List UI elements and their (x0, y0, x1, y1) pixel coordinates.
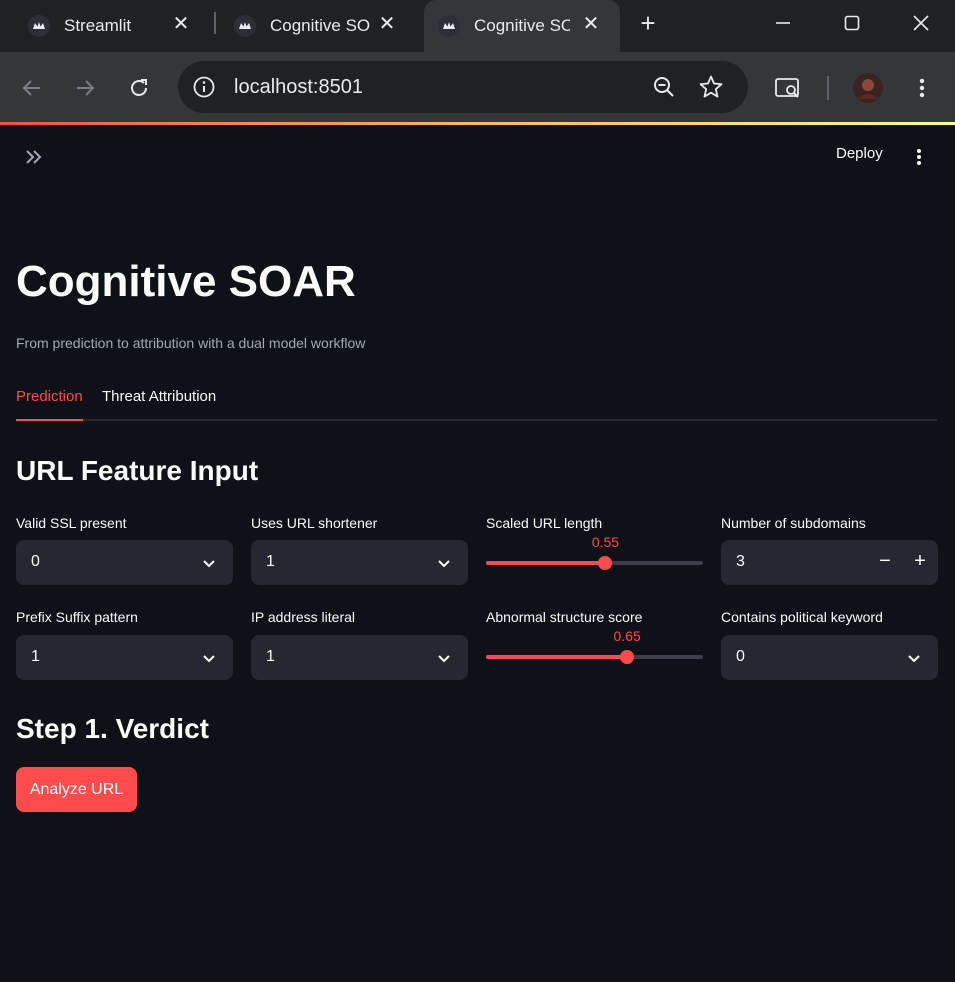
slider-value: 0.55 (591, 534, 620, 550)
shortener-label: Uses URL shortener (251, 515, 378, 531)
prefix-suffix-select[interactable]: 1 (16, 635, 233, 680)
plus-icon[interactable]: + (634, 10, 662, 38)
streamlit-favicon (234, 15, 256, 37)
tab-threat-attribution[interactable]: Threat Attribution (102, 388, 216, 421)
prefix-suffix-label: Prefix Suffix pattern (16, 609, 138, 625)
streamlit-favicon (438, 15, 460, 37)
tab-prediction[interactable]: Prediction (16, 388, 83, 421)
abnormal-slider[interactable]: 0.65 (486, 628, 703, 679)
ssl-select[interactable]: 0 (16, 540, 233, 585)
close-icon[interactable]: ✕ (376, 13, 398, 35)
ip-literal-value: 1 (266, 648, 275, 665)
slider-fill (486, 655, 628, 659)
section-heading-verdict: Step 1. Verdict (16, 713, 209, 744)
shortener-value: 1 (266, 553, 275, 570)
star-icon[interactable] (698, 74, 724, 100)
decrement-button[interactable]: − (873, 549, 897, 575)
toolbar-divider (827, 76, 829, 100)
minimize-icon[interactable] (749, 0, 817, 46)
slider-fill (486, 561, 606, 565)
shortener-select[interactable]: 1 (251, 540, 468, 585)
avatar[interactable] (852, 72, 884, 104)
browser-tab-strip: Streamlit ✕ Cognitive SOAR ✕ Cognitive S… (0, 0, 955, 52)
back-arrow-icon[interactable] (16, 72, 48, 104)
political-value: 0 (736, 648, 745, 665)
close-icon[interactable]: ✕ (170, 13, 192, 35)
increment-button[interactable]: + (908, 549, 932, 575)
maximize-icon[interactable] (818, 0, 886, 46)
zoom-icon[interactable] (652, 75, 676, 99)
slider-thumb[interactable] (620, 650, 635, 664)
info-icon[interactable] (192, 75, 216, 99)
ssl-value: 0 (31, 553, 40, 570)
streamlit-app: Deploy Cognitive SOAR From prediction to… (0, 125, 955, 982)
browser-tab-cognitive-soar[interactable]: Cognitive SOAR ✕ (206, 0, 416, 52)
analyze-url-button[interactable]: Analyze URL (16, 767, 137, 812)
browser-tab-cognitive-soar-active[interactable]: Cognitive SOAR ✕ (424, 0, 620, 52)
slider-thumb[interactable] (598, 556, 613, 570)
subdomains-value[interactable]: 3 (736, 553, 745, 571)
ip-literal-select[interactable]: 1 (251, 635, 468, 680)
app-tabs: Prediction Threat Attribution (16, 385, 937, 421)
page-title: Cognitive SOAR (16, 257, 356, 306)
kebab-menu-icon[interactable] (910, 145, 928, 169)
browser-tab-title: Streamlit (64, 16, 132, 35)
chevron-down-icon (434, 553, 454, 573)
section-heading-features: URL Feature Input (16, 455, 259, 486)
streamlit-favicon (28, 15, 50, 37)
subdomains-number-input[interactable]: 3 − + (721, 540, 938, 585)
close-icon[interactable]: ✕ (580, 13, 602, 35)
close-window-icon[interactable] (887, 0, 955, 46)
browser-tab-title: Cognitive SOAR (270, 16, 370, 35)
deploy-button[interactable]: Deploy (836, 145, 883, 162)
browser-tab-title: Cognitive SOAR (474, 16, 570, 35)
political-select[interactable]: 0 (721, 635, 938, 680)
url-text[interactable]: localhost:8501 (234, 76, 363, 99)
tab-search-icon[interactable] (772, 72, 804, 104)
ip-literal-label: IP address literal (251, 609, 356, 625)
chevron-down-icon (199, 648, 219, 668)
page-subtitle: From prediction to attribution with a du… (16, 335, 366, 351)
chevron-down-icon (199, 553, 219, 573)
address-bar[interactable]: localhost:8501 (178, 61, 748, 113)
browser-toolbar: localhost:8501 (0, 52, 955, 124)
forward-arrow-icon[interactable] (69, 72, 101, 104)
reload-icon[interactable] (123, 72, 155, 104)
political-label: Contains political keyword (721, 609, 883, 625)
subdomains-label: Number of subdomains (721, 515, 866, 531)
url-length-slider[interactable]: 0.55 (486, 534, 703, 585)
chevron-down-icon (434, 648, 454, 668)
prefix-suffix-value: 1 (31, 648, 40, 665)
slider-value: 0.65 (613, 628, 641, 644)
browser-tab-streamlit[interactable]: Streamlit ✕ (0, 0, 210, 52)
url-length-label: Scaled URL length (486, 515, 603, 531)
ssl-label: Valid SSL present (16, 515, 127, 531)
abnormal-label: Abnormal structure score (486, 609, 643, 625)
browser-menu-icon[interactable] (906, 72, 938, 104)
double-chevron-right-icon[interactable] (22, 145, 46, 169)
chevron-down-icon (904, 648, 924, 668)
